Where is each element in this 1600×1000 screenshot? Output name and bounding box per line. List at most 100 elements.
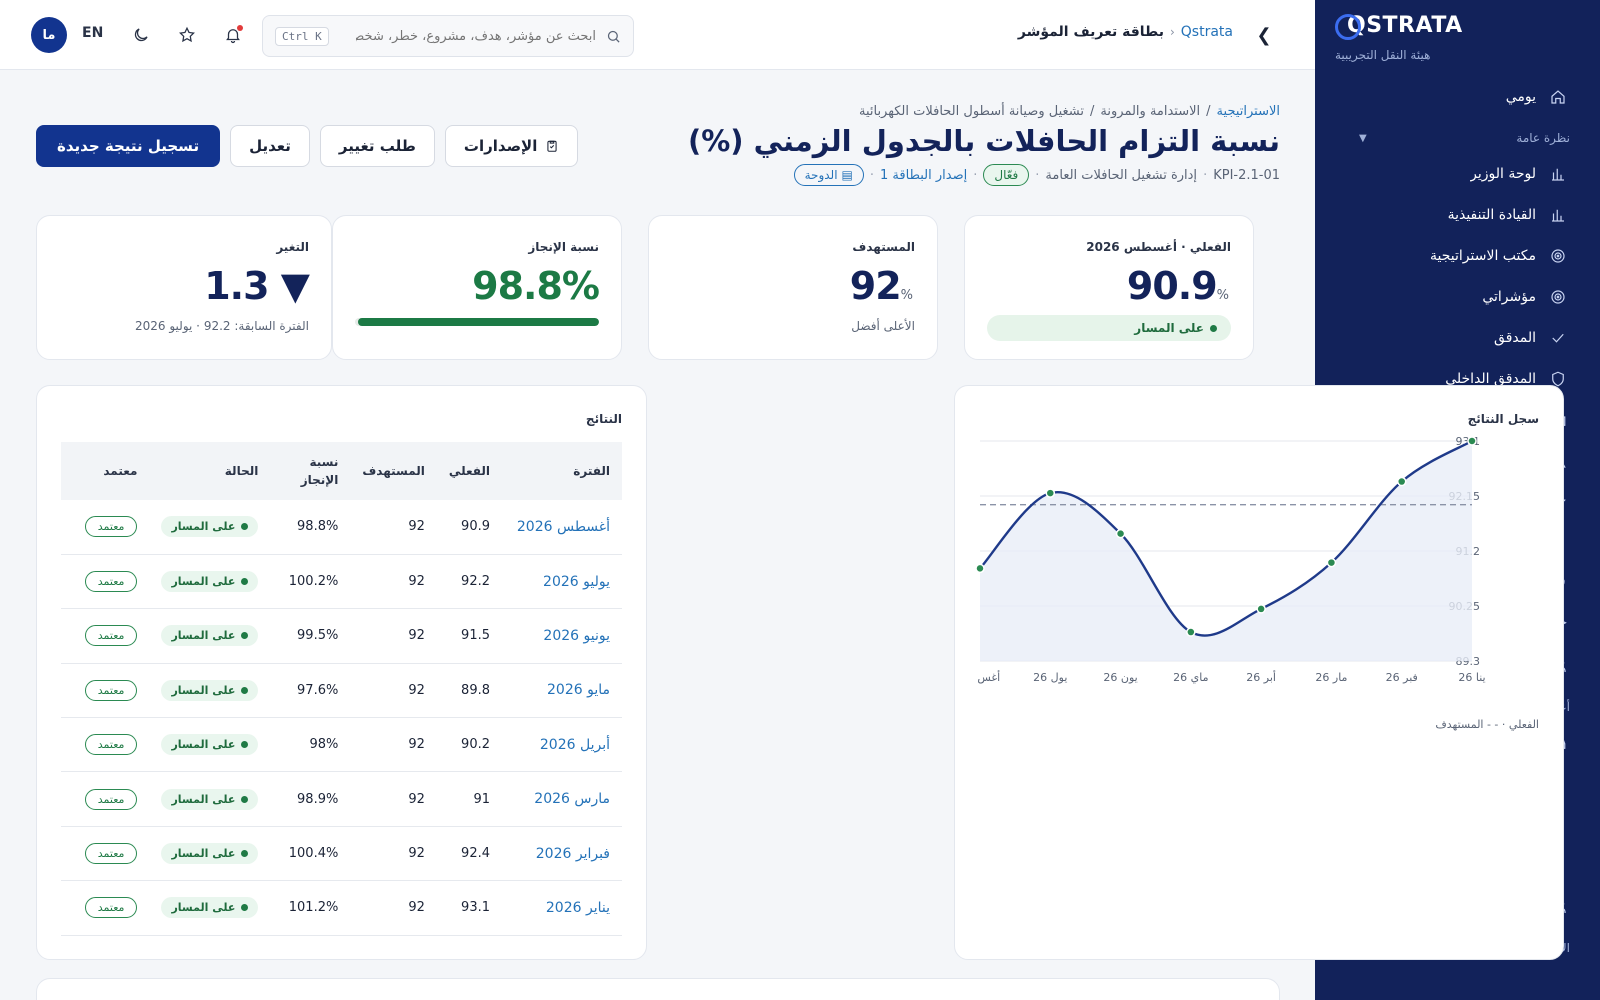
- cell-achievement: 101.2%: [270, 880, 351, 936]
- clipboard-icon: [547, 140, 557, 152]
- card-version-link[interactable]: إصدار البطاقة 1: [880, 168, 967, 183]
- kpi-target-value: 92%: [849, 264, 913, 308]
- data-point: [1186, 627, 1196, 637]
- cell-period[interactable]: أغسطس 2026: [502, 500, 622, 555]
- sidebar-item[interactable]: لوحة الوزير: [1315, 153, 1600, 194]
- cell-target: 92: [350, 771, 437, 827]
- home-icon: [1548, 87, 1568, 107]
- sidebar-item-label: يومي: [1505, 88, 1536, 105]
- dark-mode-toggle[interactable]: [128, 22, 154, 48]
- cell-approved: معتمد: [61, 826, 150, 882]
- cell-approved: معتمد: [61, 880, 150, 936]
- status-badge: فعّال: [983, 164, 1030, 186]
- x-tick-label: يون 26: [1103, 671, 1137, 684]
- cell-approved: معتمد: [61, 554, 150, 610]
- cell-target: 92: [350, 554, 437, 610]
- language-toggle[interactable]: EN: [82, 25, 103, 41]
- sidebar-section-title: نظرة عامة: [1516, 131, 1570, 145]
- chart-title: سجل النتائج: [1467, 412, 1539, 426]
- table-row[interactable]: أبريل 2026 90.2 92 98% على المسار معتمد: [61, 717, 622, 773]
- data-point: [975, 563, 985, 574]
- table-row[interactable]: أغسطس 2026 90.9 92 98.8% على المسار معتمد: [61, 500, 622, 555]
- data-point: [1115, 528, 1126, 539]
- cell-period[interactable]: أبريل 2026: [502, 717, 622, 773]
- breadcrumb-pillar[interactable]: الاستدامة والمرونة: [1100, 104, 1200, 119]
- cell-period[interactable]: يناير 2026: [502, 880, 622, 936]
- cell-achievement: 100.4%: [270, 826, 351, 882]
- breadcrumb-objective[interactable]: تشغيل وصيانة أسطول الحافلات الكهربائية: [859, 104, 1084, 119]
- breadcrumb-separator: /: [1090, 104, 1095, 119]
- map-icon: ▤: [841, 168, 853, 182]
- search-input[interactable]: [356, 28, 596, 44]
- global-search[interactable]: Ctrl K: [262, 15, 634, 57]
- cell-approved: معتمد: [61, 717, 150, 773]
- cell-actual: 92.2: [436, 554, 502, 610]
- versions-button[interactable]: الإصدارات: [444, 125, 579, 167]
- status-chip: على المسار: [161, 516, 259, 538]
- kpi-code: KPI-2.1-01: [1213, 167, 1280, 183]
- status-dot-icon: [241, 904, 249, 912]
- sidebar-item[interactable]: مؤشراتي: [1315, 276, 1600, 317]
- change-request-button[interactable]: طلب تغيير: [319, 125, 435, 167]
- cell-period[interactable]: يوليو 2026: [502, 554, 622, 610]
- cell-target: 92: [350, 663, 437, 719]
- table-row[interactable]: مايو 2026 89.8 92 97.6% على المسار معتمد: [61, 663, 622, 719]
- cell-status: على المسار: [149, 554, 271, 610]
- col-status: الحالة: [224, 464, 259, 478]
- cell-target: 92: [350, 500, 437, 555]
- x-tick-label: ماي 26: [1173, 671, 1208, 684]
- approved-chip: معتمد: [84, 625, 138, 647]
- bottom-card: [36, 978, 1280, 1000]
- table-row[interactable]: مارس 2026 91 92 98.9% على المسار معتمد: [61, 771, 622, 827]
- table-row[interactable]: يونيو 2026 91.5 92 99.5% على المسار معتمد: [61, 608, 622, 664]
- sidebar-item[interactable]: يومي: [1315, 76, 1600, 117]
- approved-chip: معتمد: [84, 843, 138, 865]
- kpi-achievement-value: 98.8%: [472, 264, 600, 308]
- kpi-card-target: المستهدف 92% الأعلى أفضل: [648, 215, 938, 360]
- edit-button[interactable]: تعديل: [230, 125, 310, 167]
- record-result-button[interactable]: تسجيل نتيجة جديدة: [36, 125, 221, 167]
- cell-actual: 90.9: [436, 500, 502, 555]
- kpi-target-label: المستهدف: [852, 240, 915, 254]
- approved-chip: معتمد: [84, 571, 138, 593]
- cell-period[interactable]: يونيو 2026: [502, 608, 622, 664]
- col-target: المستهدف: [362, 464, 425, 478]
- results-chart-card: سجل النتائج 93.192.1591.290.2589.3ينا 26…: [954, 385, 1564, 960]
- sidebar-section-header[interactable]: نظرة عامة ▼: [1315, 117, 1600, 153]
- cell-approved: معتمد: [61, 500, 150, 555]
- sidebar-item[interactable]: المدقق: [1315, 317, 1600, 358]
- status-dot-icon: [241, 850, 249, 858]
- table-row[interactable]: فبراير 2026 92.4 92 100.4% على المسار معتمد: [61, 826, 622, 882]
- status-chip: على المسار: [161, 625, 259, 647]
- breadcrumb-root[interactable]: Qstrata: [1181, 24, 1233, 40]
- avatar[interactable]: ما: [31, 17, 67, 53]
- cell-approved: معتمد: [61, 663, 150, 719]
- logo-ring-icon: [1335, 14, 1361, 40]
- kpi-change-value: ▼ 1.3: [204, 264, 310, 308]
- check-icon: [1548, 328, 1568, 348]
- table-row[interactable]: يناير 2026 93.1 92 101.2% على المسار معتمد: [61, 880, 622, 936]
- sidebar-item[interactable]: القيادة التنفيذية: [1315, 194, 1600, 235]
- cell-target: 92: [350, 608, 437, 664]
- change-arrow-icon: ▼: [280, 264, 310, 308]
- kpi-target-direction: الأعلى أفضل: [851, 319, 915, 333]
- target-icon: [1548, 246, 1568, 266]
- cell-period[interactable]: مايو 2026: [502, 663, 622, 719]
- table-row[interactable]: يوليو 2026 92.2 92 100.2% على المسار معتمد: [61, 554, 622, 610]
- results-table-card: النتائج الفترة الفعلي المستهدف نسبة الإن…: [36, 385, 647, 960]
- notifications-button[interactable]: [220, 22, 246, 48]
- breadcrumb-separator-icon: ‹: [1169, 25, 1175, 39]
- breadcrumb-separator: /: [1206, 104, 1211, 119]
- breadcrumb-strategy[interactable]: الاستراتيجية: [1217, 104, 1280, 119]
- kpi-achievement-label: نسبة الإنجاز: [528, 240, 599, 254]
- back-chevron-icon[interactable]: ❯: [1253, 24, 1275, 46]
- sidebar-item[interactable]: مكتب الاستراتيجية: [1315, 235, 1600, 276]
- notification-dot: [237, 25, 243, 31]
- location-badge[interactable]: ▤ الدوحة: [793, 164, 864, 186]
- cell-status: على المسار: [149, 880, 271, 936]
- brand-logo[interactable]: QSTRATA: [1335, 12, 1463, 40]
- cell-target: 92: [350, 717, 437, 773]
- favorites-button[interactable]: [174, 22, 200, 48]
- cell-period[interactable]: مارس 2026: [502, 771, 622, 827]
- cell-period[interactable]: فبراير 2026: [502, 826, 622, 882]
